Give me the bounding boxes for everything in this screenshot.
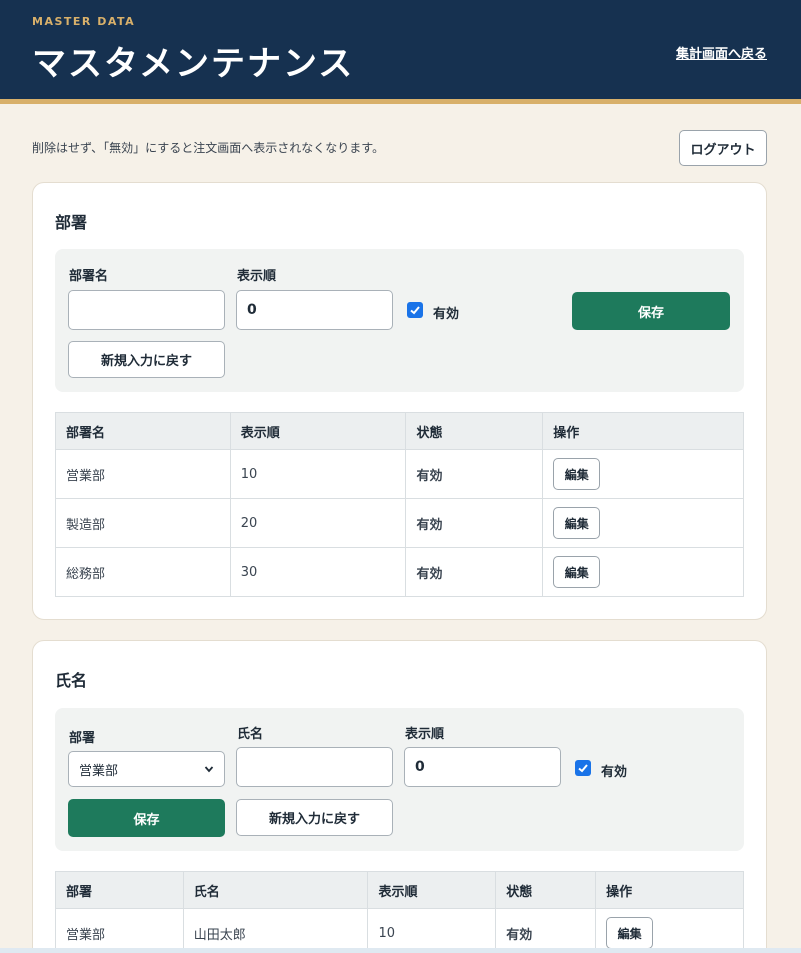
viewport-bottom-edge [0,948,801,953]
header-eyebrow: MASTER DATA [32,15,136,28]
column-header: 状態 [405,412,544,450]
status-cell: 有効 [405,547,544,597]
person-dept-selected: 営業部 [79,763,119,779]
status-cell: 有効 [405,498,544,548]
department-order-input[interactable]: 0 [236,290,393,330]
column-header: 部署名 [55,412,231,450]
order-cell: 10 [229,449,407,499]
logout-button[interactable]: ログアウト [679,130,767,166]
check-icon [578,764,588,773]
edit-button[interactable]: 編集 [553,556,601,588]
department-active-label: 有効 [433,307,460,322]
person-order-input[interactable]: 0 [404,747,561,787]
action-cell: 編集 [595,908,744,953]
action-cell: 編集 [542,547,744,597]
department-name-cell: 製造部 [55,498,231,548]
department-active-checkbox[interactable] [407,302,423,318]
check-icon [410,306,420,315]
department-save-button[interactable]: 保存 [572,292,730,330]
page-title: マスタメンテナンス [32,44,355,84]
column-header: 操作 [595,871,744,909]
column-header: 部署 [55,871,184,909]
department-table: 部署名 表示順 状態 操作 営業部 10 有効 編集 製造部 20 有効 編集 … [55,412,744,597]
department-name-cell: 営業部 [55,449,231,499]
person-name-cell: 山田太郎 [182,908,369,953]
action-cell: 編集 [542,498,744,548]
person-active-label: 有効 [601,765,628,780]
person-active-checkbox[interactable] [575,760,591,776]
edit-button[interactable]: 編集 [553,507,601,539]
department-table-header: 部署名 表示順 状態 操作 [55,412,744,450]
back-to-summary-link[interactable]: 集計画面へ戻る [676,43,767,62]
department-reset-button[interactable]: 新規入力に戻す [68,341,225,378]
column-header: 表示順 [229,412,407,450]
department-name-label: 部署名 [69,269,109,284]
order-cell: 10 [367,908,497,953]
column-header: 状態 [495,871,597,909]
department-card-title: 部署 [55,213,88,232]
table-row: 総務部 30 有効 編集 [55,547,744,597]
chevron-down-icon [204,766,214,773]
notice-text: 削除はせず、「無効」にすると注文画面へ表示されなくなります。 [32,141,385,155]
department-order-label: 表示順 [237,269,277,284]
department-name-input[interactable] [68,290,225,330]
person-dept-select[interactable]: 営業部 [68,751,225,787]
order-cell: 30 [229,547,407,597]
person-save-button[interactable]: 保存 [68,799,225,837]
department-name-cell: 総務部 [55,547,231,597]
person-table: 部署 氏名 表示順 状態 操作 営業部 山田太郎 10 有効 編集 [55,871,744,953]
department-card: 部署 部署名 表示順 0 有効 保存 新規入力に戻す 部署名 表示順 状態 操作… [32,182,767,620]
page-header: MASTER DATA マスタメンテナンス 集計画面へ戻る [0,0,801,104]
column-header: 表示順 [367,871,497,909]
person-name-input[interactable] [236,747,393,787]
person-dept-label: 部署 [69,731,96,746]
status-cell: 有効 [405,449,544,499]
person-card-title: 氏名 [55,671,88,690]
table-row: 製造部 20 有効 編集 [55,498,744,548]
person-order-label: 表示順 [405,727,445,742]
table-row: 営業部 10 有効 編集 [55,449,744,499]
person-dept-cell: 営業部 [55,908,184,953]
person-card: 氏名 部署 営業部 氏名 表示順 0 有効 保存 新規入力に戻す 部署 氏名 表… [32,640,767,953]
person-form: 部署 営業部 氏名 表示順 0 有効 保存 新規入力に戻す [55,708,744,851]
order-cell: 20 [229,498,407,548]
column-header: 氏名 [182,871,369,909]
column-header: 操作 [542,412,744,450]
department-form: 部署名 表示順 0 有効 保存 新規入力に戻す [55,249,744,392]
table-row: 営業部 山田太郎 10 有効 編集 [55,908,744,953]
status-cell: 有効 [495,908,597,953]
edit-button[interactable]: 編集 [553,458,601,490]
person-table-header: 部署 氏名 表示順 状態 操作 [55,871,744,909]
person-reset-button[interactable]: 新規入力に戻す [236,799,393,836]
edit-button[interactable]: 編集 [606,917,654,949]
person-name-label: 氏名 [237,727,264,742]
action-cell: 編集 [542,449,744,499]
